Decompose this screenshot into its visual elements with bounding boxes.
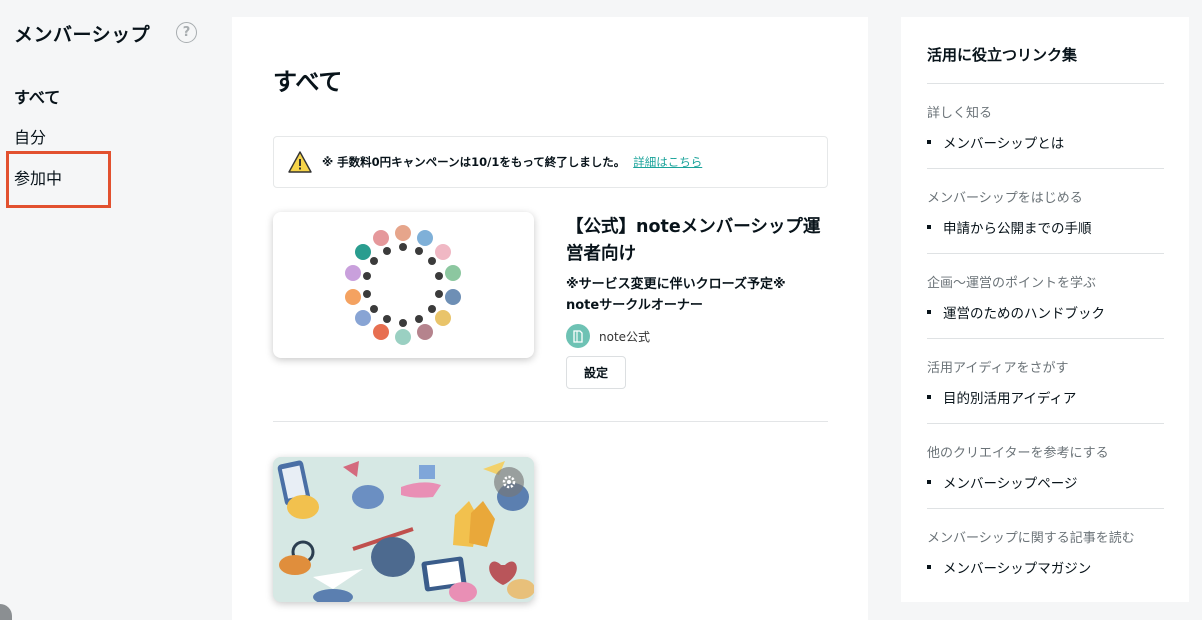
link-label: メンバーシップページ: [943, 476, 1078, 492]
people-circle-illustration: [345, 225, 461, 345]
bullet: [927, 480, 931, 484]
links-panel-title: 活用に役立つリンク集: [927, 46, 1078, 64]
section-heading: 活用アイディアをさがす: [927, 361, 1069, 376]
section-heading: メンバーシップをはじめる: [927, 191, 1083, 206]
bullet: [927, 565, 931, 569]
membership-card-description: ※サービス変更に伴いクローズ予定※ noteサークルオーナー: [566, 274, 836, 316]
link-label: 目的別活用アイディア: [943, 391, 1077, 407]
card-description-line-2: noteサークルオーナー: [566, 298, 703, 313]
sidebar: メンバーシップ ? すべて 自分 参加中: [0, 0, 232, 620]
link-membership-pages[interactable]: メンバーシップページ: [927, 472, 1077, 492]
membership-card-title[interactable]: 【公式】noteメンバーシップ運営者向け: [566, 214, 836, 268]
membership-card-image-2[interactable]: [273, 457, 534, 602]
section-heading: 他のクリエイターを参考にする: [927, 446, 1109, 461]
link-membership-magazine[interactable]: メンバーシップマガジン: [927, 557, 1091, 577]
sidebar-item-all[interactable]: すべて: [14, 84, 60, 108]
link-label: メンバーシップとは: [943, 136, 1065, 152]
link-handbook[interactable]: 運営のためのハンドブック: [927, 302, 1105, 322]
section-heading: 企画〜運営のポイントを学ぶ: [927, 276, 1097, 291]
link-application-steps[interactable]: 申請から公開までの手順: [927, 217, 1092, 237]
owner-name: note公式: [599, 329, 651, 344]
main-panel: すべて ※ 手数料0円キャンペーンは10/1をもって終了しました。 詳細はこちら: [232, 17, 868, 620]
link-about-membership[interactable]: メンバーシップとは: [927, 132, 1064, 152]
gear-glyph: [502, 475, 516, 489]
bullet: [927, 140, 931, 144]
gear-icon[interactable]: [494, 467, 524, 497]
notice-details-link[interactable]: 詳細はこちら: [633, 154, 702, 170]
question-circle-icon[interactable]: ?: [176, 22, 197, 43]
bullet: [927, 395, 931, 399]
card-description-line-1: ※サービス変更に伴いクローズ予定※: [566, 277, 786, 292]
divider: [927, 253, 1164, 254]
owner-avatar: [566, 324, 590, 348]
highlight-box: [6, 151, 111, 208]
page-title: すべて: [273, 68, 343, 96]
section-heading: メンバーシップに関する記事を読む: [927, 531, 1135, 546]
settings-button[interactable]: 設定: [566, 356, 626, 389]
owner-row[interactable]: note公式: [566, 324, 650, 348]
link-label: 運営のためのハンドブック: [943, 306, 1105, 322]
warning-icon: [288, 151, 312, 173]
divider: [927, 423, 1164, 424]
membership-card-image[interactable]: [273, 212, 534, 358]
link-label: メンバーシップマガジン: [943, 561, 1092, 577]
bullet: [927, 310, 931, 314]
link-ideas[interactable]: 目的別活用アイディア: [927, 387, 1076, 407]
divider: [927, 338, 1164, 339]
note-logo-icon: [573, 329, 583, 343]
divider: [927, 83, 1164, 84]
notice-text: ※ 手数料0円キャンペーンは10/1をもって終了しました。: [322, 155, 626, 169]
sidebar-item-mine[interactable]: 自分: [14, 124, 46, 148]
notice-banner: ※ 手数料0円キャンペーンは10/1をもって終了しました。 詳細はこちら: [273, 136, 828, 188]
divider: [927, 508, 1164, 509]
sidebar-title: メンバーシップ: [14, 24, 151, 46]
divider: [273, 421, 828, 422]
section-heading: 詳しく知る: [927, 106, 993, 121]
links-panel: 活用に役立つリンク集 詳しく知る メンバーシップとは メンバーシップをはじめる …: [901, 17, 1189, 602]
bullet: [927, 225, 931, 229]
divider: [927, 168, 1164, 169]
link-label: 申請から公開までの手順: [943, 221, 1092, 237]
